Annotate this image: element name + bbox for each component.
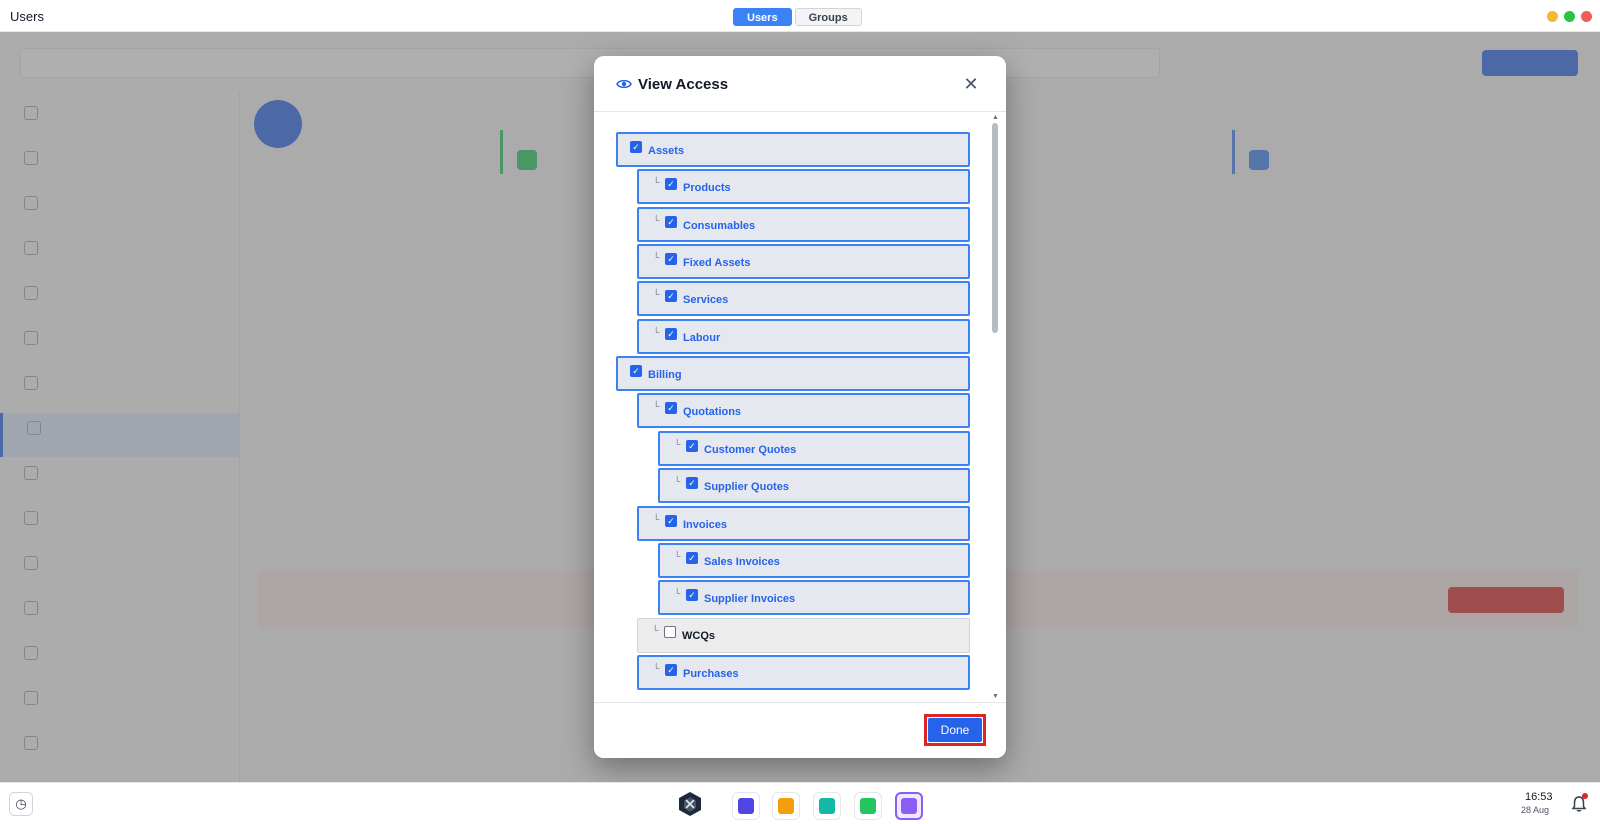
network-app-icon[interactable]: [772, 792, 800, 820]
dialog-title: View Access: [638, 76, 729, 93]
tab-groups[interactable]: Groups: [794, 8, 862, 26]
permission-item[interactable]: └ ✓ Labour: [637, 319, 970, 354]
permission-item[interactable]: └ ✓ Fixed Assets: [637, 244, 970, 279]
permission-label: Fixed Assets: [683, 257, 751, 269]
permission-item[interactable]: └ ✓ Customer Quotes: [658, 431, 970, 466]
done-button[interactable]: Done: [928, 718, 982, 742]
tree-branch-icon: └: [653, 401, 660, 411]
tree-branch-icon: └: [652, 625, 659, 635]
permission-label: Supplier Invoices: [704, 593, 796, 605]
tree-branch-icon: └: [653, 327, 660, 337]
permission-checkbox[interactable]: ✓: [665, 515, 677, 527]
dialog-header: View Access ✕: [594, 56, 1006, 112]
permission-label: Purchases: [683, 668, 739, 680]
close-icon[interactable]: ✕: [962, 75, 980, 93]
permission-item[interactable]: └ ✓ Quotations: [637, 393, 970, 428]
permission-label: Assets: [648, 145, 685, 157]
billing-glyph-icon: [819, 798, 835, 814]
tree-branch-icon: └: [674, 439, 681, 449]
clock-time: 16:53: [1525, 791, 1553, 803]
scroll-up-arrow[interactable]: ▲: [992, 114, 999, 121]
permission-item[interactable]: └ ✓ Supplier Invoices: [658, 580, 970, 615]
scrollbar[interactable]: [992, 123, 998, 701]
permission-item[interactable]: └ ✓ Services: [637, 281, 970, 316]
permission-checkbox[interactable]: ✓: [686, 440, 698, 452]
contacts-app-icon[interactable]: [732, 792, 760, 820]
permission-item[interactable]: └ ✓ Sales Invoices: [658, 543, 970, 578]
permission-item[interactable]: └ ✓ Consumables: [637, 207, 970, 242]
permission-label: Labour: [683, 332, 721, 344]
tree-branch-icon: └: [674, 551, 681, 561]
clipboard-app-icon[interactable]: [854, 792, 882, 820]
permission-checkbox[interactable]: ✓: [686, 477, 698, 489]
tree-branch-icon: └: [653, 177, 660, 187]
permission-label: Sales Invoices: [704, 556, 780, 568]
tab-users[interactable]: Users: [733, 8, 792, 26]
permission-label: WCQs: [682, 630, 715, 642]
scrollbar-thumb[interactable]: [992, 123, 998, 333]
permission-label: Customer Quotes: [704, 444, 797, 456]
clock-date: 28 Aug: [1521, 805, 1550, 815]
permission-item[interactable]: ✓ Assets: [616, 132, 970, 167]
permission-checkbox[interactable]: ✓: [630, 141, 642, 153]
tree-branch-icon: └: [653, 663, 660, 673]
permission-checkbox[interactable]: ✓: [665, 216, 677, 228]
permission-label: Supplier Quotes: [704, 481, 789, 493]
clipboard-glyph-icon: [860, 798, 876, 814]
permission-label: Services: [683, 294, 729, 306]
permission-item[interactable]: └ WCQs: [637, 618, 970, 653]
title-bar: Users Users Groups: [0, 0, 1600, 32]
permission-checkbox[interactable]: ✓: [686, 552, 698, 564]
permission-checkbox[interactable]: ✓: [686, 589, 698, 601]
permission-item[interactable]: ✓ Billing: [616, 356, 970, 391]
permission-item[interactable]: └ ✓ Products: [637, 169, 970, 204]
dialog-footer: Done: [594, 702, 1006, 758]
permission-label: Products: [683, 182, 731, 194]
view-access-dialog: View Access ✕ ✓ Assets └ ✓ Products └ ✓ Consuma…: [594, 56, 1006, 758]
tree-branch-icon: └: [653, 514, 660, 524]
taskbar: ◷ 16:53 28 Aug: [0, 782, 1600, 824]
permission-checkbox[interactable]: ✓: [665, 253, 677, 265]
window-controls: [1547, 11, 1592, 22]
permission-label: Invoices: [683, 519, 728, 531]
maximize-button[interactable]: [1564, 11, 1575, 22]
view-switcher: Users Groups: [733, 8, 862, 26]
permission-item[interactable]: └ ✓ Supplier Quotes: [658, 468, 970, 503]
permission-checkbox[interactable]: ✓: [665, 402, 677, 414]
permission-checkbox[interactable]: ✓: [665, 664, 677, 676]
minimize-button[interactable]: [1547, 11, 1558, 22]
eye-icon: [616, 79, 632, 89]
permission-checkbox[interactable]: ✓: [630, 365, 642, 377]
permission-label: Consumables: [683, 220, 756, 232]
billing-app-icon[interactable]: [813, 792, 841, 820]
permission-checkbox[interactable]: ✓: [665, 290, 677, 302]
tree-branch-icon: └: [653, 289, 660, 299]
tree-branch-icon: └: [653, 252, 660, 262]
permission-checkbox[interactable]: ✓: [665, 178, 677, 190]
history-icon[interactable]: ◷: [9, 792, 33, 816]
permission-checkbox[interactable]: ✓: [665, 328, 677, 340]
network-glyph-icon: [778, 798, 794, 814]
shield-glyph-icon: [901, 798, 917, 814]
close-window-button[interactable]: [1581, 11, 1592, 22]
shield-app-icon[interactable]: [895, 792, 923, 820]
permission-label: Billing: [648, 369, 682, 381]
tree-branch-icon: └: [674, 476, 681, 486]
tree-branch-icon: └: [674, 588, 681, 598]
notification-badge: [1582, 793, 1588, 799]
app-logo-icon[interactable]: [676, 790, 704, 818]
permission-item[interactable]: └ ✓ Invoices: [637, 506, 970, 541]
tree-branch-icon: └: [653, 215, 660, 225]
permission-label: Quotations: [683, 406, 742, 418]
permission-checkbox[interactable]: [664, 626, 676, 638]
contacts-glyph-icon: [738, 798, 754, 814]
scroll-down-arrow[interactable]: ▼: [992, 693, 999, 700]
permission-item[interactable]: └ ✓ Purchases: [637, 655, 970, 690]
window-title: Users: [10, 9, 44, 24]
permissions-list[interactable]: ✓ Assets └ ✓ Products └ ✓ Consumables └ ✓ Fixed As…: [594, 113, 1006, 758]
